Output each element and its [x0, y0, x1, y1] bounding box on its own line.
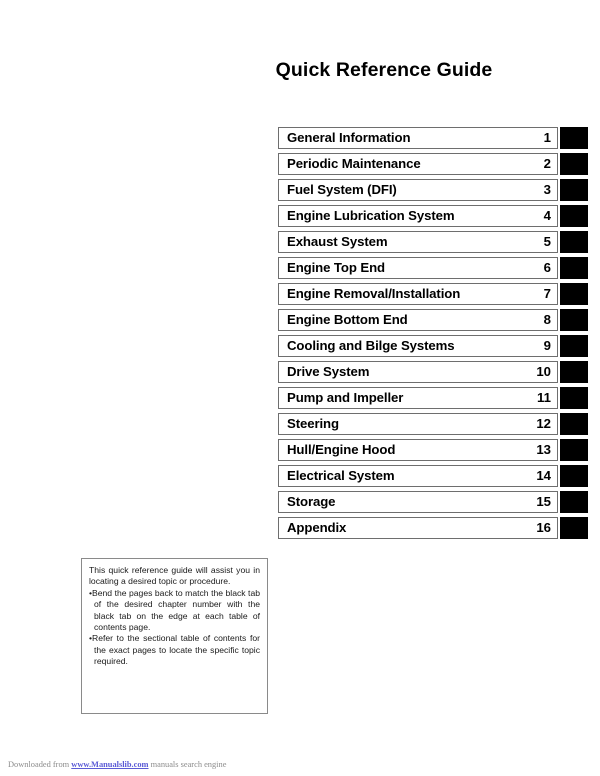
note-bullet-item: •Refer to the sectional table of content…	[89, 633, 260, 667]
chapter-index-table: General Information 1 Periodic Maintenan…	[278, 127, 588, 539]
table-row[interactable]: Storage 15	[278, 491, 588, 513]
chapter-box: Steering 12	[278, 413, 558, 435]
footer-prefix-text: Downloaded from	[8, 760, 72, 769]
chapter-black-tab	[560, 491, 588, 513]
chapter-label: Fuel System (DFI)	[287, 182, 397, 198]
chapter-black-tab	[560, 283, 588, 305]
chapter-box: Cooling and Bilge Systems 9	[278, 335, 558, 357]
chapter-black-tab	[560, 439, 588, 461]
chapter-label: Drive System	[287, 364, 370, 380]
chapter-box: Periodic Maintenance 2	[278, 153, 558, 175]
chapter-label: Storage	[287, 494, 336, 510]
chapter-label: Periodic Maintenance	[287, 156, 421, 172]
chapter-black-tab	[560, 153, 588, 175]
chapter-box: Exhaust System 5	[278, 231, 558, 253]
chapter-number: 10	[536, 364, 551, 380]
footer-suffix-text: manuals search engine	[148, 760, 227, 769]
table-row[interactable]: Appendix 16	[278, 517, 588, 539]
chapter-number: 15	[536, 494, 551, 510]
chapter-number: 2	[543, 156, 551, 172]
chapter-black-tab	[560, 231, 588, 253]
chapter-number: 12	[536, 416, 551, 432]
chapter-black-tab	[560, 361, 588, 383]
table-row[interactable]: Pump and Impeller 11	[278, 387, 588, 409]
chapter-box: Engine Bottom End 8	[278, 309, 558, 331]
chapter-box: Engine Removal/Installation 7	[278, 283, 558, 305]
table-row[interactable]: Fuel System (DFI) 3	[278, 179, 588, 201]
chapter-label: General Information	[287, 130, 411, 146]
chapter-label: Engine Lubrication System	[287, 208, 455, 224]
table-row[interactable]: Cooling and Bilge Systems 9	[278, 335, 588, 357]
chapter-black-tab	[560, 127, 588, 149]
table-row[interactable]: Engine Bottom End 8	[278, 309, 588, 331]
chapter-box: Hull/Engine Hood 13	[278, 439, 558, 461]
chapter-label: Electrical System	[287, 468, 395, 484]
table-row[interactable]: Exhaust System 5	[278, 231, 588, 253]
chapter-box: Appendix 16	[278, 517, 558, 539]
chapter-number: 7	[543, 286, 551, 302]
chapter-box: Pump and Impeller 11	[278, 387, 558, 409]
table-row[interactable]: Hull/Engine Hood 13	[278, 439, 588, 461]
chapter-label: Appendix	[287, 520, 347, 536]
chapter-number: 3	[543, 182, 551, 198]
chapter-box: Fuel System (DFI) 3	[278, 179, 558, 201]
footer-attribution: Downloaded from www.Manualslib.com manua…	[8, 760, 226, 769]
chapter-box: Electrical System 14	[278, 465, 558, 487]
chapter-number: 4	[543, 208, 551, 224]
chapter-black-tab	[560, 257, 588, 279]
table-row[interactable]: Engine Lubrication System 4	[278, 205, 588, 227]
chapter-label: Cooling and Bilge Systems	[287, 338, 455, 354]
chapter-black-tab	[560, 517, 588, 539]
page-title: Quick Reference Guide	[275, 59, 493, 81]
chapter-number: 14	[536, 468, 551, 484]
chapter-label: Engine Top End	[287, 260, 385, 276]
chapter-box: Engine Lubrication System 4	[278, 205, 558, 227]
chapter-label: Steering	[287, 416, 339, 432]
chapter-label: Engine Bottom End	[287, 312, 408, 328]
chapter-box: General Information 1	[278, 127, 558, 149]
chapter-label: Pump and Impeller	[287, 390, 404, 406]
note-bullet-item: •Bend the pages back to match the black …	[89, 587, 260, 633]
chapter-number: 5	[543, 234, 551, 250]
instruction-note-box: This quick reference guide will assist y…	[81, 558, 268, 714]
table-row[interactable]: Drive System 10	[278, 361, 588, 383]
table-row[interactable]: Periodic Maintenance 2	[278, 153, 588, 175]
chapter-black-tab	[560, 309, 588, 331]
chapter-box: Drive System 10	[278, 361, 558, 383]
table-row[interactable]: Electrical System 14	[278, 465, 588, 487]
chapter-number: 6	[543, 260, 551, 276]
chapter-black-tab	[560, 179, 588, 201]
chapter-number: 11	[537, 390, 551, 406]
chapter-box: Storage 15	[278, 491, 558, 513]
manualslib-link[interactable]: www.Manualslib.com	[71, 760, 148, 769]
chapter-black-tab	[560, 413, 588, 435]
chapter-number: 1	[543, 130, 551, 146]
chapter-black-tab	[560, 335, 588, 357]
chapter-black-tab	[560, 465, 588, 487]
chapter-black-tab	[560, 387, 588, 409]
chapter-label: Hull/Engine Hood	[287, 442, 396, 458]
table-row[interactable]: Engine Removal/Installation 7	[278, 283, 588, 305]
chapter-black-tab	[560, 205, 588, 227]
chapter-label: Engine Removal/Installation	[287, 286, 461, 302]
table-row[interactable]: Engine Top End 6	[278, 257, 588, 279]
chapter-label: Exhaust System	[287, 234, 388, 250]
chapter-box: Engine Top End 6	[278, 257, 558, 279]
chapter-number: 9	[543, 338, 551, 354]
table-row[interactable]: Steering 12	[278, 413, 588, 435]
chapter-number: 13	[536, 442, 551, 458]
note-intro-text: This quick reference guide will assist y…	[89, 565, 260, 587]
table-row[interactable]: General Information 1	[278, 127, 588, 149]
chapter-number: 8	[543, 312, 551, 328]
chapter-number: 16	[536, 520, 551, 536]
